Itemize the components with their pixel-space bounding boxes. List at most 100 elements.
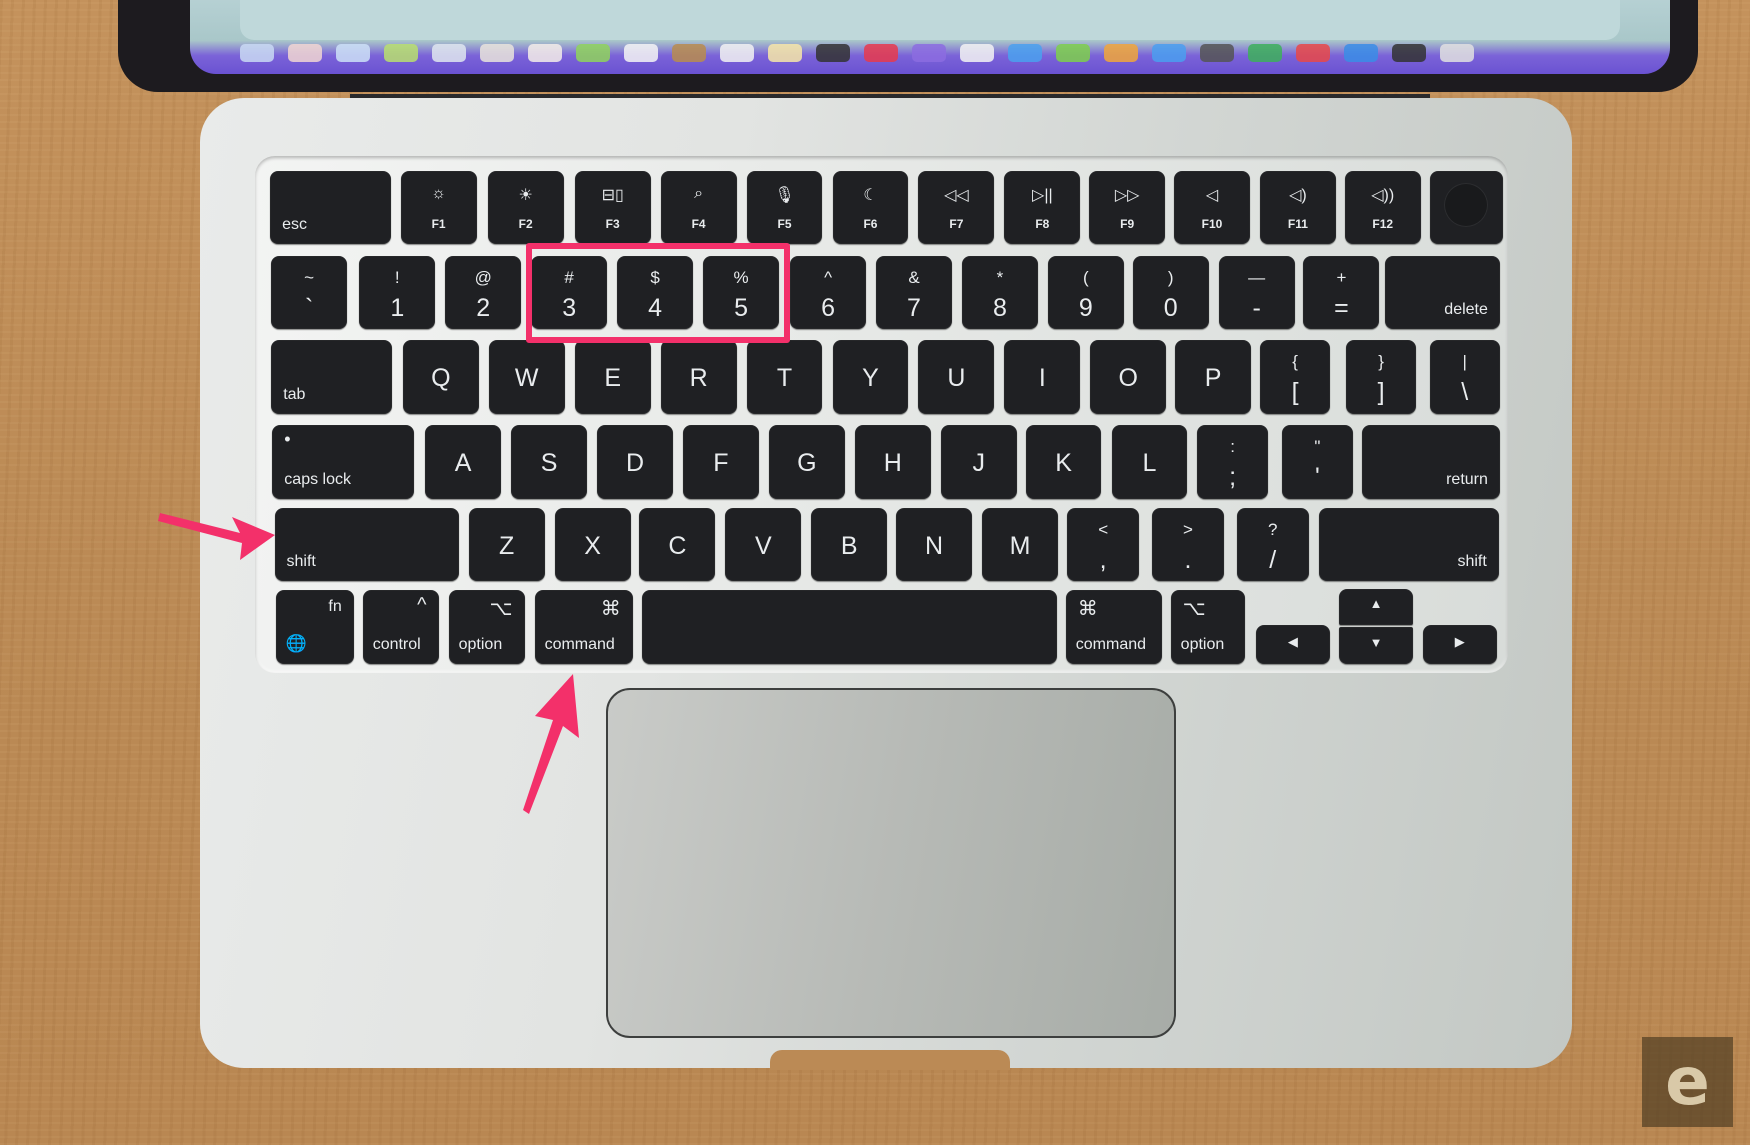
key-f2[interactable]: ☀ F2 bbox=[487, 170, 564, 245]
dock-app-icon bbox=[1296, 44, 1330, 62]
option-icon: ⌥ bbox=[489, 598, 513, 621]
key-7[interactable]: & 7 bbox=[876, 255, 952, 330]
key-z[interactable]: Z bbox=[468, 507, 545, 582]
key-caps-lock[interactable]: • caps lock bbox=[272, 425, 415, 499]
key-char: T bbox=[776, 364, 793, 393]
key-punct-10[interactable]: ? / bbox=[1236, 507, 1310, 582]
key-shift-char: < bbox=[1098, 519, 1109, 539]
key-shift-left[interactable]: shift bbox=[274, 507, 459, 582]
key-f[interactable]: F bbox=[682, 425, 759, 499]
key-2[interactable]: @2 bbox=[445, 255, 522, 330]
key-w[interactable]: W bbox=[488, 340, 565, 415]
key-shift-right[interactable]: shift bbox=[1319, 507, 1499, 582]
key-n[interactable]: N bbox=[896, 507, 973, 582]
key-9[interactable]: (9 bbox=[1047, 255, 1124, 330]
key-f12[interactable]: ◁)) F12 bbox=[1344, 170, 1421, 245]
key-=[interactable]: + = bbox=[1303, 255, 1380, 330]
key-shift-char: > bbox=[1183, 519, 1193, 539]
key-punct-9[interactable]: >. bbox=[1151, 507, 1225, 582]
key-g[interactable]: G bbox=[768, 425, 845, 499]
fkey-label: F2 bbox=[518, 216, 533, 231]
key-f5[interactable]: 🎙 F5 bbox=[746, 170, 823, 245]
key-f10[interactable]: ◁ F10 bbox=[1174, 170, 1250, 245]
key-b[interactable]: B bbox=[811, 507, 888, 582]
key-option-left[interactable]: ⌥ option bbox=[448, 590, 525, 664]
key-punct-10[interactable]: :; bbox=[1197, 425, 1268, 499]
key-q[interactable]: Q bbox=[402, 340, 479, 415]
key-j[interactable]: J bbox=[940, 425, 1017, 499]
key-8[interactable]: * 8 bbox=[961, 255, 1038, 330]
trackpad[interactable] bbox=[606, 688, 1176, 1038]
key-l[interactable]: L bbox=[1111, 425, 1188, 499]
dock-app-icon bbox=[288, 44, 322, 62]
key-bracket-12[interactable]: }] bbox=[1345, 340, 1417, 415]
key-6[interactable]: ^ 6 bbox=[790, 255, 866, 330]
key-t[interactable]: T bbox=[746, 340, 823, 415]
key-char: I bbox=[1038, 364, 1046, 393]
key-1[interactable]: ! 1 bbox=[359, 255, 436, 330]
key-m[interactable]: M bbox=[982, 507, 1058, 582]
touch-id-sensor-icon bbox=[1443, 182, 1488, 227]
key-command-left[interactable]: ⌘ command bbox=[534, 590, 633, 664]
key-x[interactable]: X bbox=[554, 507, 631, 582]
key-touch-id[interactable] bbox=[1429, 170, 1504, 245]
key-k[interactable]: K bbox=[1025, 425, 1102, 499]
key-u[interactable]: U bbox=[918, 340, 995, 415]
key-f4[interactable]: ⌕ F4 bbox=[660, 170, 737, 245]
key-space[interactable] bbox=[641, 590, 1057, 664]
key-e[interactable]: E bbox=[574, 340, 651, 415]
key-esc[interactable]: esc bbox=[270, 170, 391, 245]
key--[interactable]: — - bbox=[1218, 255, 1295, 330]
key-0[interactable]: ) 0 bbox=[1132, 255, 1209, 330]
key-arrow-right[interactable]: ▶ bbox=[1422, 624, 1497, 664]
key-control[interactable]: ^ control bbox=[362, 590, 439, 664]
key-r[interactable]: R bbox=[660, 340, 737, 415]
key-shift-char: " bbox=[1314, 437, 1321, 457]
dock-app-icon bbox=[1392, 44, 1426, 62]
fkey-icon: ⌕ bbox=[694, 184, 704, 202]
key-delete[interactable]: delete bbox=[1384, 255, 1500, 330]
key-arrow-left[interactable]: ◀ bbox=[1255, 624, 1331, 664]
key-fn[interactable]: fn 🌐 bbox=[275, 590, 354, 664]
arrow-down-icon: ▼ bbox=[1369, 635, 1383, 651]
key-f8[interactable]: ▷|| F8 bbox=[1004, 170, 1081, 245]
key-bracket-13[interactable]: | \ bbox=[1429, 340, 1500, 415]
key-char: F bbox=[713, 449, 729, 478]
key-bracket-11[interactable]: {[ bbox=[1259, 340, 1331, 415]
dock-app-icon bbox=[576, 44, 610, 62]
dock-app-icon bbox=[1008, 44, 1042, 62]
key-v[interactable]: V bbox=[725, 507, 802, 582]
fkey-label: F1 bbox=[431, 216, 446, 231]
key-f3[interactable]: ⊟▯ F3 bbox=[574, 170, 651, 245]
key-f1[interactable]: ☼ F1 bbox=[400, 170, 477, 245]
key-char: - bbox=[1252, 293, 1261, 322]
key-`[interactable]: ~ ` bbox=[271, 255, 348, 330]
key-o[interactable]: O bbox=[1090, 340, 1167, 415]
fkey-icon: ◁)) bbox=[1371, 186, 1395, 204]
key-shift-char: ) bbox=[1167, 267, 1174, 287]
key-command-right[interactable]: ⌘ command bbox=[1065, 590, 1162, 664]
key-punct-11[interactable]: " ' bbox=[1282, 425, 1353, 499]
key-d[interactable]: D bbox=[597, 425, 673, 499]
key-f9[interactable]: ▷▷ F9 bbox=[1089, 170, 1166, 245]
key-arrow-up[interactable]: ▲ bbox=[1339, 589, 1413, 625]
key-y[interactable]: Y bbox=[832, 340, 909, 415]
key-h[interactable]: H bbox=[854, 425, 931, 499]
key-f11[interactable]: ◁) F11 bbox=[1259, 170, 1336, 245]
key-p[interactable]: P bbox=[1175, 340, 1252, 415]
key-tab[interactable]: tab bbox=[271, 340, 392, 415]
arrow-right-icon: ▶ bbox=[1454, 633, 1465, 649]
key-punct-8[interactable]: <, bbox=[1066, 507, 1140, 582]
key-s[interactable]: S bbox=[511, 425, 587, 499]
key-i[interactable]: I bbox=[1004, 340, 1081, 415]
key-a[interactable]: A bbox=[425, 425, 502, 499]
key-f6[interactable]: ☾ F6 bbox=[832, 170, 909, 245]
dock-app-icon bbox=[1056, 44, 1090, 62]
key-f7[interactable]: ◁◁ F7 bbox=[918, 170, 995, 245]
key-option-right[interactable]: ⌥ option bbox=[1170, 590, 1246, 664]
key-return[interactable]: return bbox=[1361, 425, 1500, 499]
key-c[interactable]: C bbox=[639, 507, 716, 582]
key-char: 7 bbox=[907, 293, 921, 322]
key-arrow-down[interactable]: ▼ bbox=[1339, 627, 1413, 664]
key-shift-char: & bbox=[908, 267, 920, 287]
